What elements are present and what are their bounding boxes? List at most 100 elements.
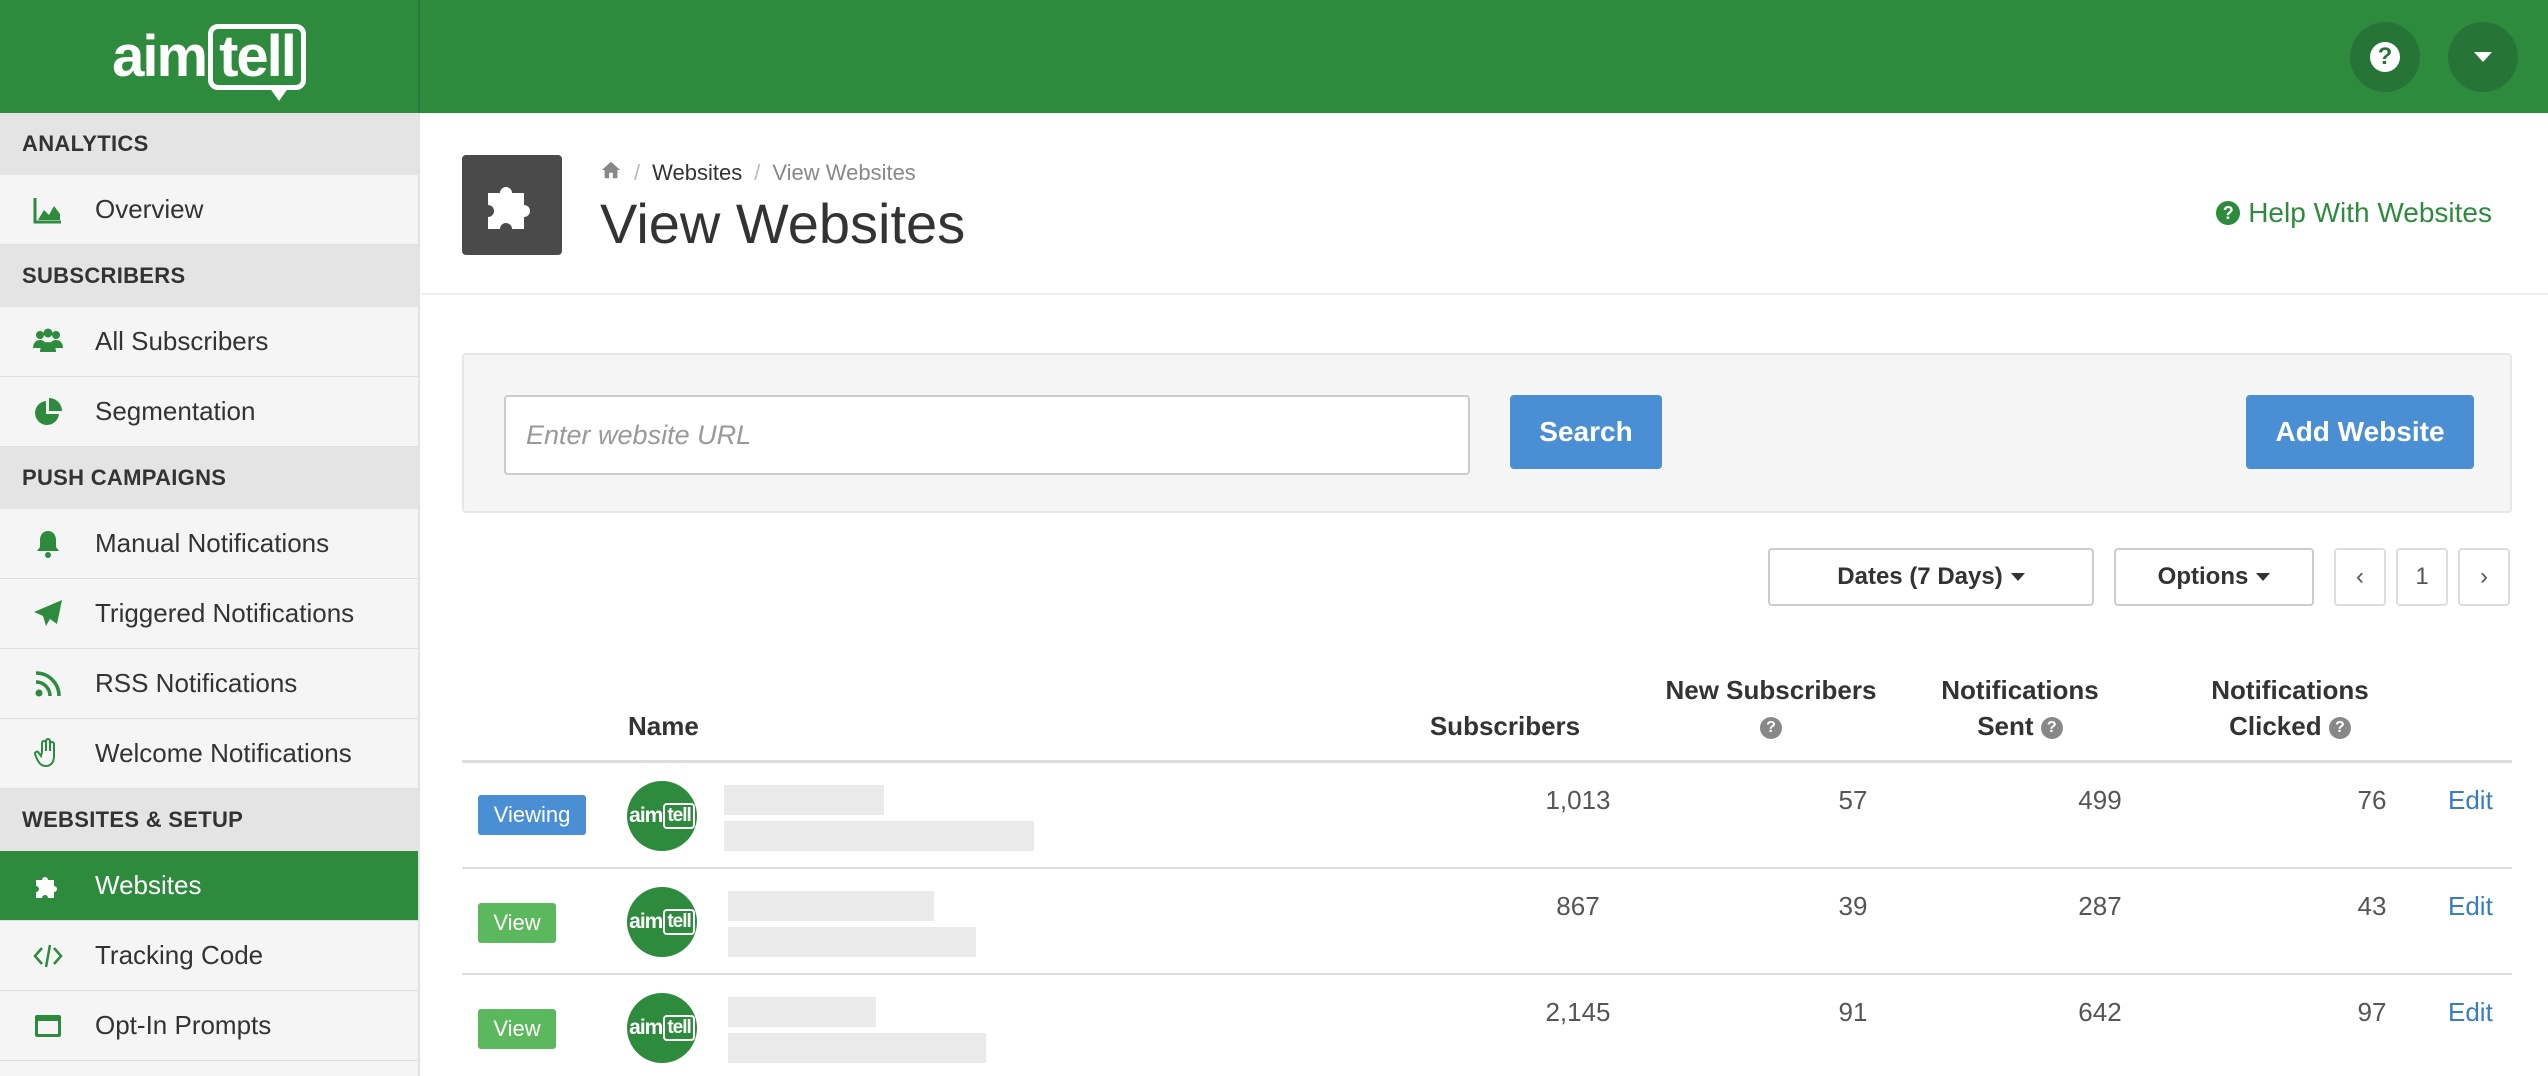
sidebar: ANALYTICS Overview SUBSCRIBERS All Subsc… [0, 113, 420, 1076]
website-url-input[interactable] [504, 395, 1470, 475]
view-button[interactable]: View [478, 1009, 556, 1049]
pagination-page-1[interactable]: 1 [2396, 548, 2448, 606]
help-link-label: Help With Websites [2248, 197, 2492, 228]
caret-down-icon [2010, 573, 2025, 581]
puzzle-icon [0, 870, 95, 902]
code-icon [0, 940, 95, 972]
question-circle-icon: ? [2216, 201, 2241, 225]
edit-link[interactable]: Edit [2448, 785, 2493, 816]
sidebar-item-label: Overview [95, 194, 204, 224]
search-button[interactable]: Search [1510, 395, 1662, 469]
sidebar-item-label: All Subscribers [95, 326, 269, 356]
redacted-website-name[interactable] [728, 997, 876, 1027]
breadcrumb-current: View Websites [772, 160, 916, 185]
column-header-subscribers[interactable]: Subscribers [1420, 708, 1590, 744]
logo-area[interactable]: aim tell [0, 0, 420, 113]
question-circle-icon[interactable]: ? [2328, 717, 2351, 740]
dates-label: Dates (7 Days) [1837, 563, 2003, 590]
pie-chart-icon [0, 396, 95, 428]
options-dropdown[interactable]: Options [2114, 548, 2314, 606]
sidebar-item-label: Triggered Notifications [95, 598, 355, 628]
website-avatar: aim tell [627, 993, 697, 1063]
column-header-name[interactable]: Name [628, 708, 699, 744]
redacted-website-name[interactable] [728, 891, 934, 921]
sidebar-section-analytics: ANALYTICS [0, 113, 418, 175]
hand-wave-icon [0, 737, 95, 770]
view-button[interactable]: View [478, 903, 556, 943]
sidebar-item-rss-notifications[interactable]: RSS Notifications [0, 649, 418, 719]
avatar-bubble: tell [663, 803, 695, 829]
puzzle-icon [462, 155, 562, 255]
top-navbar: aim tell ? [0, 0, 2548, 113]
users-icon [0, 326, 95, 358]
sidebar-item-label: Manual Notifications [95, 528, 330, 558]
avatar-bubble: tell [663, 909, 695, 935]
pagination-prev-button[interactable]: ‹ [2334, 548, 2386, 606]
column-header-notifications-clicked[interactable]: Notifications Clicked ? [2190, 672, 2390, 744]
sidebar-item-websites[interactable]: Websites [0, 851, 418, 921]
question-circle-icon[interactable]: ? [1760, 717, 1782, 740]
dates-dropdown[interactable]: Dates (7 Days) [1768, 548, 2094, 606]
paper-plane-icon [0, 598, 95, 630]
question-circle-icon: ? [2370, 42, 2400, 72]
sidebar-item-triggered-notifications[interactable]: Triggered Notifications [0, 579, 418, 649]
sidebar-item-label: Welcome Notifications [95, 738, 352, 768]
table-row: View aim tell 2,145 91 642 97 Edit [462, 975, 2512, 1076]
sidebar-item-welcome-notifications[interactable]: Welcome Notifications [0, 719, 418, 789]
sidebar-item-segmentation[interactable]: Segmentation [0, 377, 418, 447]
sidebar-section-push-campaigns: PUSH CAMPAIGNS [0, 447, 418, 509]
window-icon [0, 1010, 95, 1042]
redacted-website-name[interactable] [724, 785, 884, 815]
sidebar-item-label: RSS Notifications [95, 668, 298, 698]
caret-down-icon [2474, 52, 2492, 62]
subscribers-value: 2,145 [1545, 997, 1611, 1027]
sidebar-item-all-subscribers[interactable]: All Subscribers [0, 307, 418, 377]
website-avatar: aim tell [627, 887, 697, 957]
column-header-notifications-sent[interactable]: Notifications Sent ? [1920, 672, 2120, 744]
notifications-sent-value: 287 [2078, 891, 2122, 921]
table-row: Viewing aim tell 1,013 57 499 76 Edit [462, 763, 2512, 869]
add-website-button[interactable]: Add Website [2246, 395, 2474, 469]
options-label: Options [2157, 563, 2249, 590]
home-icon[interactable] [600, 159, 622, 187]
redacted-website-url [728, 927, 976, 957]
sidebar-section-websites-setup: WEBSITES & SETUP [0, 789, 418, 851]
sidebar-item-tracking-code[interactable]: Tracking Code [0, 921, 418, 991]
subscribers-value: 867 [1556, 891, 1600, 921]
sidebar-item-overview[interactable]: Overview [0, 175, 418, 245]
sidebar-item-opt-in-prompts[interactable]: Opt-In Prompts [0, 991, 418, 1061]
avatar-text: aim [629, 1016, 663, 1039]
page-title: View Websites [600, 192, 966, 255]
logo-bubble: tell [208, 23, 306, 101]
caret-down-icon [2256, 573, 2271, 581]
aimtell-logo[interactable]: aim tell [112, 23, 306, 101]
subscribers-value: 1,013 [1545, 785, 1611, 815]
column-header-label: Clicked [2229, 711, 2322, 741]
sidebar-item-label: Tracking Code [95, 940, 264, 970]
breadcrumb-separator: / [634, 160, 641, 185]
viewing-button[interactable]: Viewing [478, 795, 586, 835]
column-header-new-subscribers[interactable]: New Subscribers ? [1656, 672, 1886, 744]
breadcrumb-separator: / [754, 160, 761, 185]
avatar-text: aim [629, 910, 663, 933]
notifications-sent-value: 499 [2078, 785, 2122, 815]
table-row: View aim tell 867 39 287 43 Edit [462, 869, 2512, 975]
edit-link[interactable]: Edit [2448, 997, 2493, 1028]
edit-link[interactable]: Edit [2448, 891, 2493, 922]
account-dropdown-button[interactable] [2448, 22, 2518, 92]
breadcrumb: / Websites / View Websites [600, 159, 916, 187]
help-button[interactable]: ? [2350, 22, 2420, 92]
notifications-clicked-value: 97 [2357, 997, 2387, 1027]
help-with-websites-link[interactable]: ? Help With Websites [2216, 197, 2492, 229]
page-header: / Websites / View Websites View Websites… [422, 113, 2548, 295]
sidebar-item-manual-notifications[interactable]: Manual Notifications [0, 509, 418, 579]
avatar-text: aim [629, 804, 663, 827]
new-subscribers-value: 91 [1838, 997, 1868, 1027]
rss-icon [0, 668, 95, 700]
sidebar-item-label: Opt-In Prompts [95, 1010, 272, 1040]
column-header-label: Notifications [2211, 675, 2369, 705]
question-circle-icon[interactable]: ? [2040, 717, 2063, 740]
breadcrumb-websites[interactable]: Websites [652, 160, 742, 186]
sidebar-item-label: Websites [95, 870, 202, 900]
pagination-next-button[interactable]: › [2458, 548, 2510, 606]
